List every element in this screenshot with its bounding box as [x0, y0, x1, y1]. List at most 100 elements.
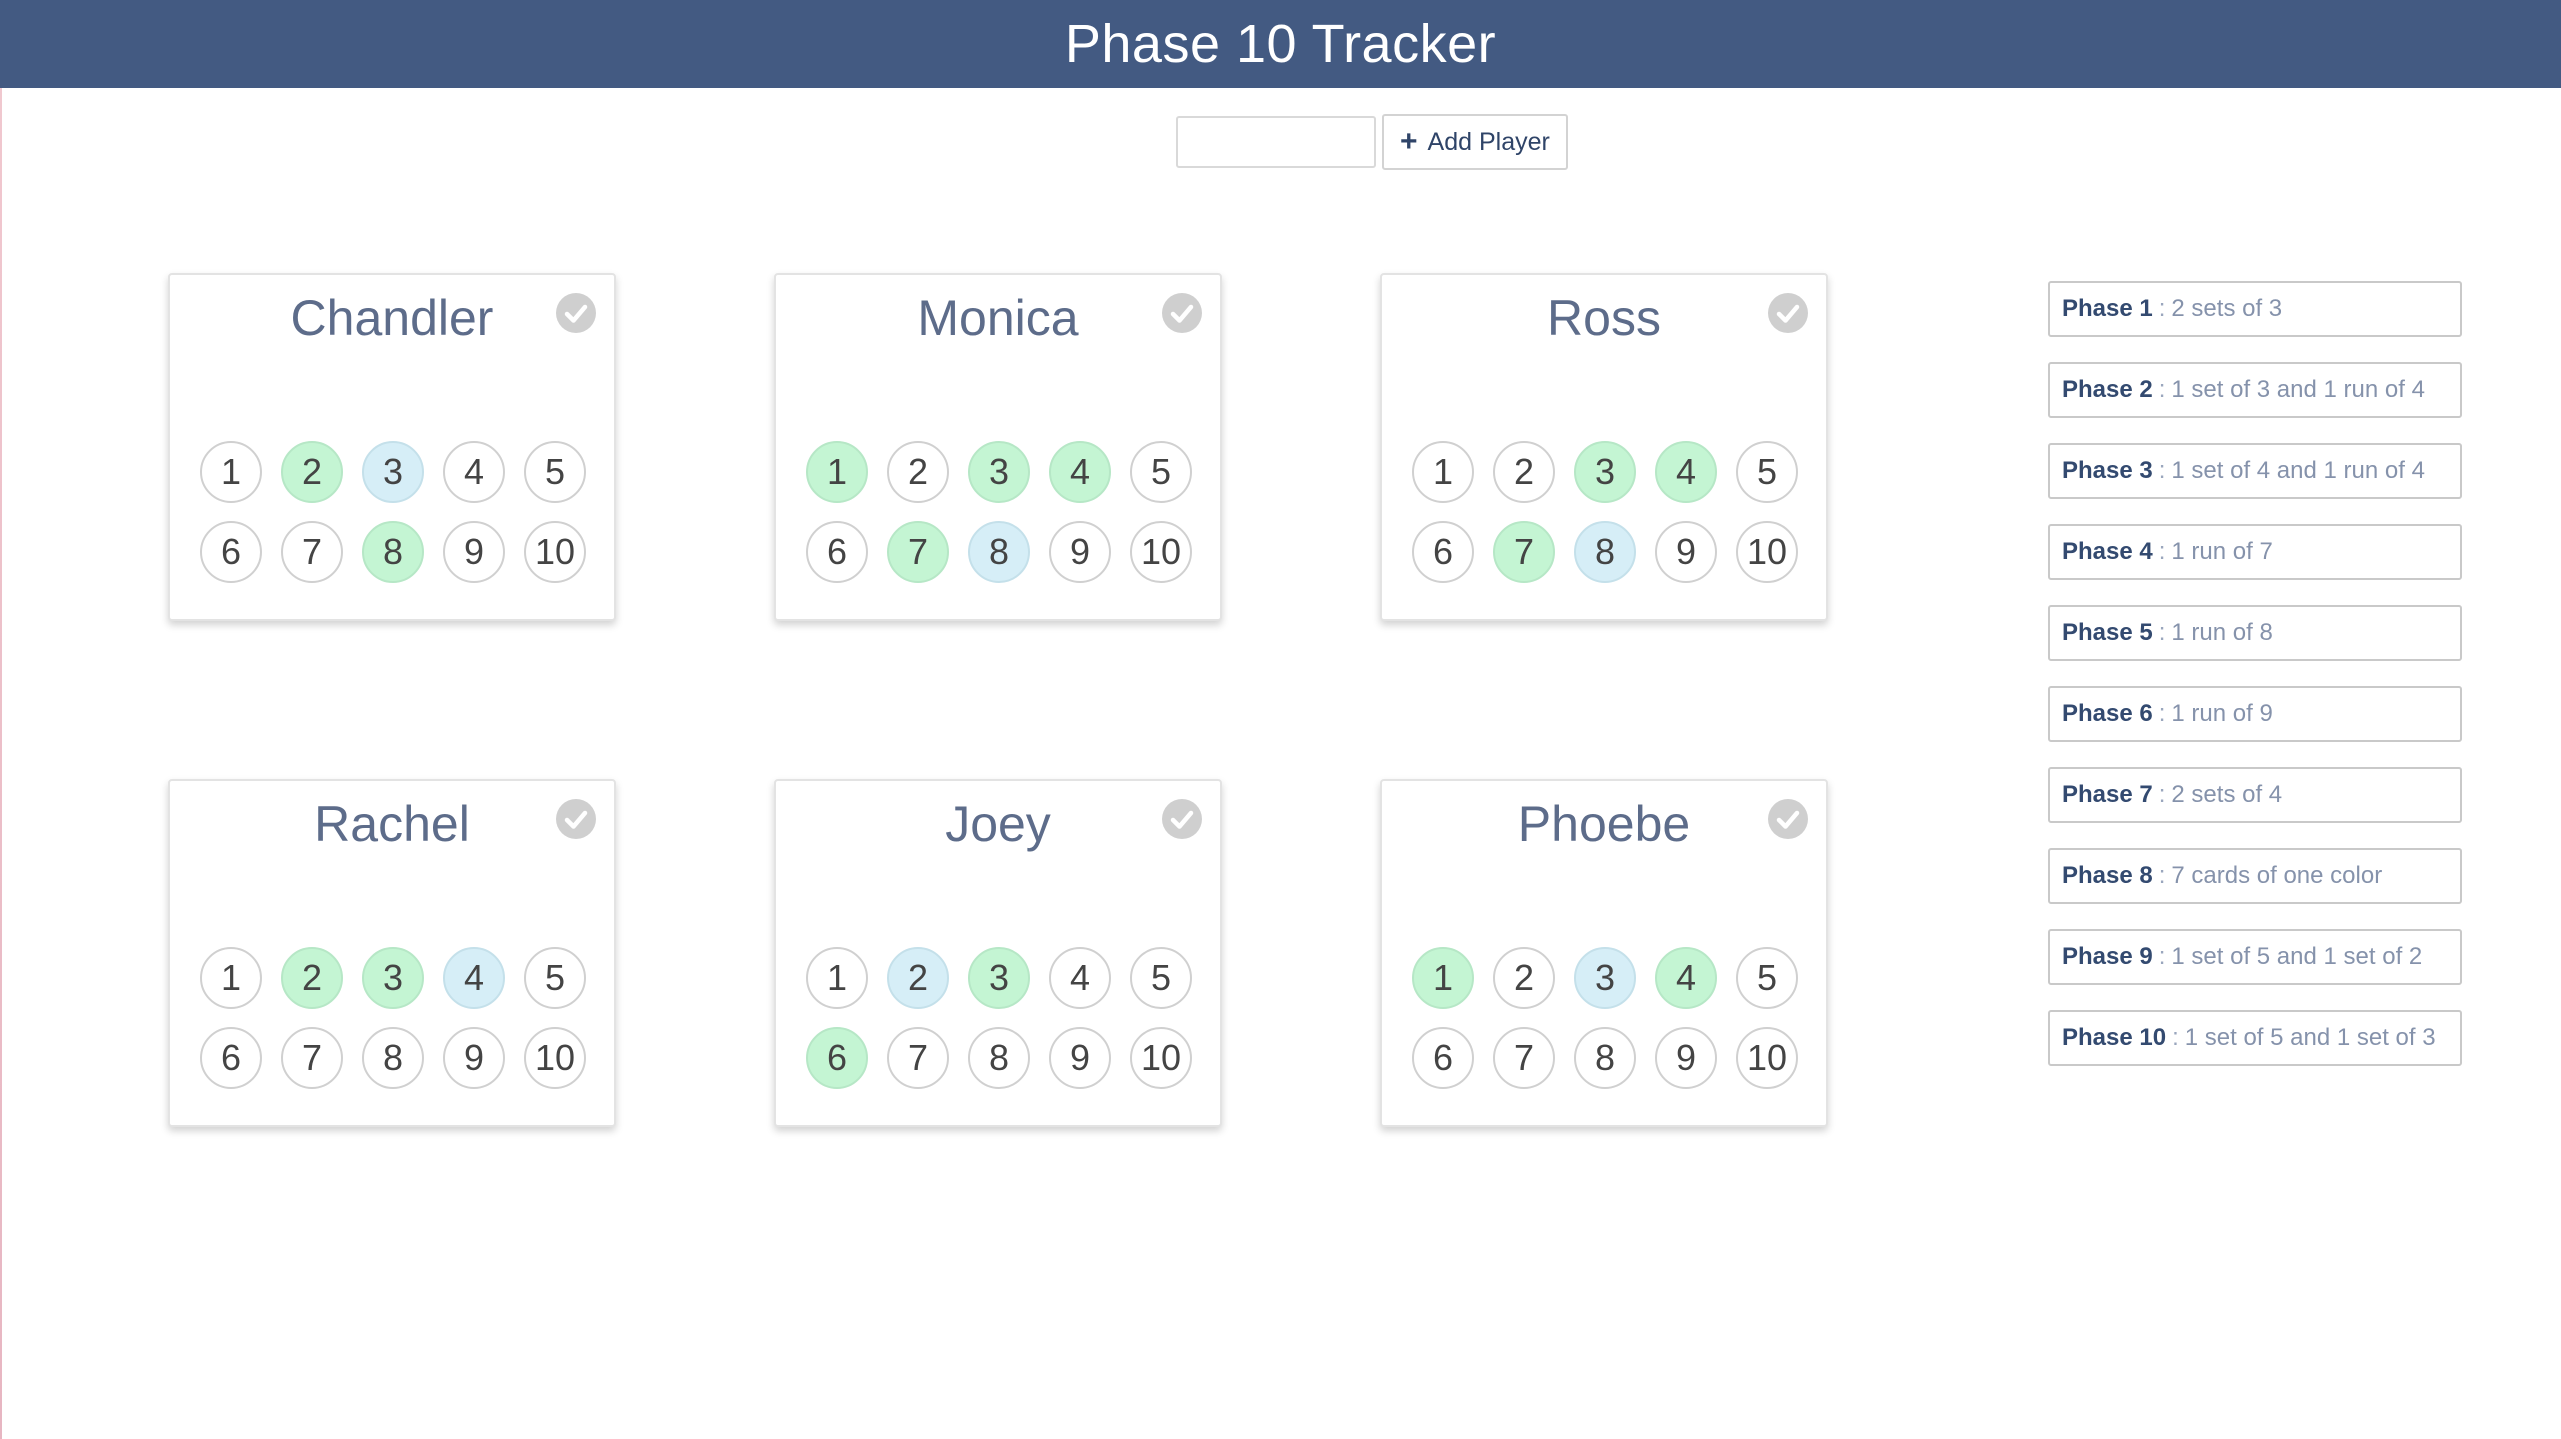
phase-number-button[interactable]: 7: [887, 1027, 949, 1089]
phase-number-button[interactable]: 9: [1655, 1027, 1717, 1089]
phase-item: Phase 6:1 run of 9: [2048, 686, 2462, 742]
phase-number-button[interactable]: 1: [200, 441, 262, 503]
phase-name: Phase 4: [2062, 538, 2153, 565]
phase-number-button[interactable]: 6: [1412, 521, 1474, 583]
phase-number-button[interactable]: 1: [1412, 947, 1474, 1009]
phase-number-button[interactable]: 10: [1736, 1027, 1798, 1089]
phase-number-button[interactable]: 5: [1736, 947, 1798, 1009]
player-name: Phoebe: [1517, 796, 1691, 852]
phase-number-button[interactable]: 3: [362, 947, 424, 1009]
phase-description: 1 set of 4 and 1 run of 4: [2171, 457, 2425, 484]
phase-number-button[interactable]: 5: [524, 947, 586, 1009]
phase-name: Phase 3: [2062, 457, 2153, 484]
phase-number-button[interactable]: 7: [1493, 1027, 1555, 1089]
player-name: Rachel: [314, 796, 470, 852]
phase-number-button[interactable]: 6: [200, 521, 262, 583]
phase-number-button[interactable]: 10: [524, 1027, 586, 1089]
phase-number-button[interactable]: 1: [200, 947, 262, 1009]
phase-number-button[interactable]: 8: [362, 1027, 424, 1089]
phase-item: Phase 8:7 cards of one color: [2048, 848, 2462, 904]
phase-item: Phase 2:1 set of 3 and 1 run of 4: [2048, 362, 2462, 418]
phase-number-button[interactable]: 10: [1130, 521, 1192, 583]
phase-number-button[interactable]: 10: [524, 521, 586, 583]
phase-number-button[interactable]: 4: [1049, 441, 1111, 503]
phase-number-button[interactable]: 3: [1574, 441, 1636, 503]
phase-number-button[interactable]: 5: [1736, 441, 1798, 503]
phase-number-button[interactable]: 10: [1130, 1027, 1192, 1089]
phase-item: Phase 9:1 set of 5 and 1 set of 2: [2048, 929, 2462, 985]
check-icon[interactable]: [1162, 799, 1202, 839]
check-icon[interactable]: [1768, 293, 1808, 333]
check-icon[interactable]: [1162, 293, 1202, 333]
phase-number-button[interactable]: 1: [806, 441, 868, 503]
phase-number-button[interactable]: 3: [362, 441, 424, 503]
player-card: Joey 1 2 3 4 5 6 7 8 9 10: [774, 779, 1222, 1127]
phase-number-button[interactable]: 8: [968, 521, 1030, 583]
phase-number-button[interactable]: 9: [1049, 1027, 1111, 1089]
phase-number-button[interactable]: 4: [1655, 947, 1717, 1009]
phase-number-button[interactable]: 5: [524, 441, 586, 503]
phase-description: 1 set of 5 and 1 set of 3: [2184, 1024, 2436, 1051]
phase-number-button[interactable]: 7: [281, 521, 343, 583]
phase-number-button[interactable]: 6: [806, 521, 868, 583]
phase-number-button[interactable]: 7: [281, 1027, 343, 1089]
phase-number-button[interactable]: 4: [1655, 441, 1717, 503]
phase-number-button[interactable]: 9: [1049, 521, 1111, 583]
phase-name: Phase 5: [2062, 619, 2153, 646]
phase-name: Phase 10: [2062, 1024, 2167, 1051]
phase-number-button[interactable]: 9: [1655, 521, 1717, 583]
phase-number-button[interactable]: 7: [887, 521, 949, 583]
phase-description: 1 run of 8: [2171, 619, 2273, 646]
add-player-button[interactable]: + Add Player: [1382, 114, 1568, 170]
phase-number-button[interactable]: 8: [1574, 1027, 1636, 1089]
player-card: Chandler 1 2 3 4 5 6 7 8 9 10: [168, 273, 616, 621]
phase-number-button[interactable]: 4: [1049, 947, 1111, 1009]
phase-description: 1 set of 3 and 1 run of 4: [2171, 376, 2425, 403]
phase-number-button[interactable]: 5: [1130, 441, 1192, 503]
phase-number-button[interactable]: 7: [1493, 521, 1555, 583]
phase-number-button[interactable]: 2: [1493, 441, 1555, 503]
phase-number-button[interactable]: 1: [1412, 441, 1474, 503]
phase-name: Phase 7: [2062, 781, 2153, 808]
phase-number-button[interactable]: 2: [1493, 947, 1555, 1009]
phase-circles: 1 2 3 4 5 6 7 8 9 10: [200, 441, 586, 583]
phase-number-button[interactable]: 8: [1574, 521, 1636, 583]
check-icon[interactable]: [1768, 799, 1808, 839]
phase-number-button[interactable]: 9: [443, 1027, 505, 1089]
phase-number-button[interactable]: 3: [1574, 947, 1636, 1009]
phase-number-button[interactable]: 4: [443, 441, 505, 503]
phase-number-button[interactable]: 3: [968, 441, 1030, 503]
phase-number-button[interactable]: 10: [1736, 521, 1798, 583]
phase-separator: :: [2158, 538, 2166, 565]
phase-separator: :: [2172, 1024, 2179, 1051]
app-title: Phase 10 Tracker: [1064, 14, 1497, 74]
player-name: Chandler: [290, 290, 494, 346]
phase-number-button[interactable]: 5: [1130, 947, 1192, 1009]
player-card: Ross 1 2 3 4 5 6 7 8 9 10: [1380, 273, 1828, 621]
app-header: Phase 10 Tracker: [0, 0, 2561, 88]
phase-number-button[interactable]: 2: [281, 947, 343, 1009]
phase-description: 1 run of 7: [2171, 538, 2273, 565]
phase-number-button[interactable]: 1: [806, 947, 868, 1009]
phase-separator: :: [2158, 862, 2166, 889]
phase-name: Phase 9: [2062, 943, 2153, 970]
player-name-input[interactable]: [1176, 116, 1376, 168]
phase-number-button[interactable]: 8: [968, 1027, 1030, 1089]
phase-separator: :: [2158, 457, 2166, 484]
add-player-label: Add Player: [1427, 127, 1550, 156]
phase-circles: 1 2 3 4 5 6 7 8 9 10: [1412, 441, 1798, 583]
phase-number-button[interactable]: 4: [443, 947, 505, 1009]
phase-number-button[interactable]: 2: [281, 441, 343, 503]
phase-number-button[interactable]: 9: [443, 521, 505, 583]
phase-number-button[interactable]: 8: [362, 521, 424, 583]
phase-number-button[interactable]: 6: [806, 1027, 868, 1089]
phase-number-button[interactable]: 6: [1412, 1027, 1474, 1089]
window-left-edge: [0, 0, 2, 1439]
phase-item: Phase 4:1 run of 7: [2048, 524, 2462, 580]
phase-number-button[interactable]: 3: [968, 947, 1030, 1009]
check-icon[interactable]: [556, 293, 596, 333]
check-icon[interactable]: [556, 799, 596, 839]
phase-number-button[interactable]: 2: [887, 441, 949, 503]
phase-number-button[interactable]: 6: [200, 1027, 262, 1089]
phase-number-button[interactable]: 2: [887, 947, 949, 1009]
